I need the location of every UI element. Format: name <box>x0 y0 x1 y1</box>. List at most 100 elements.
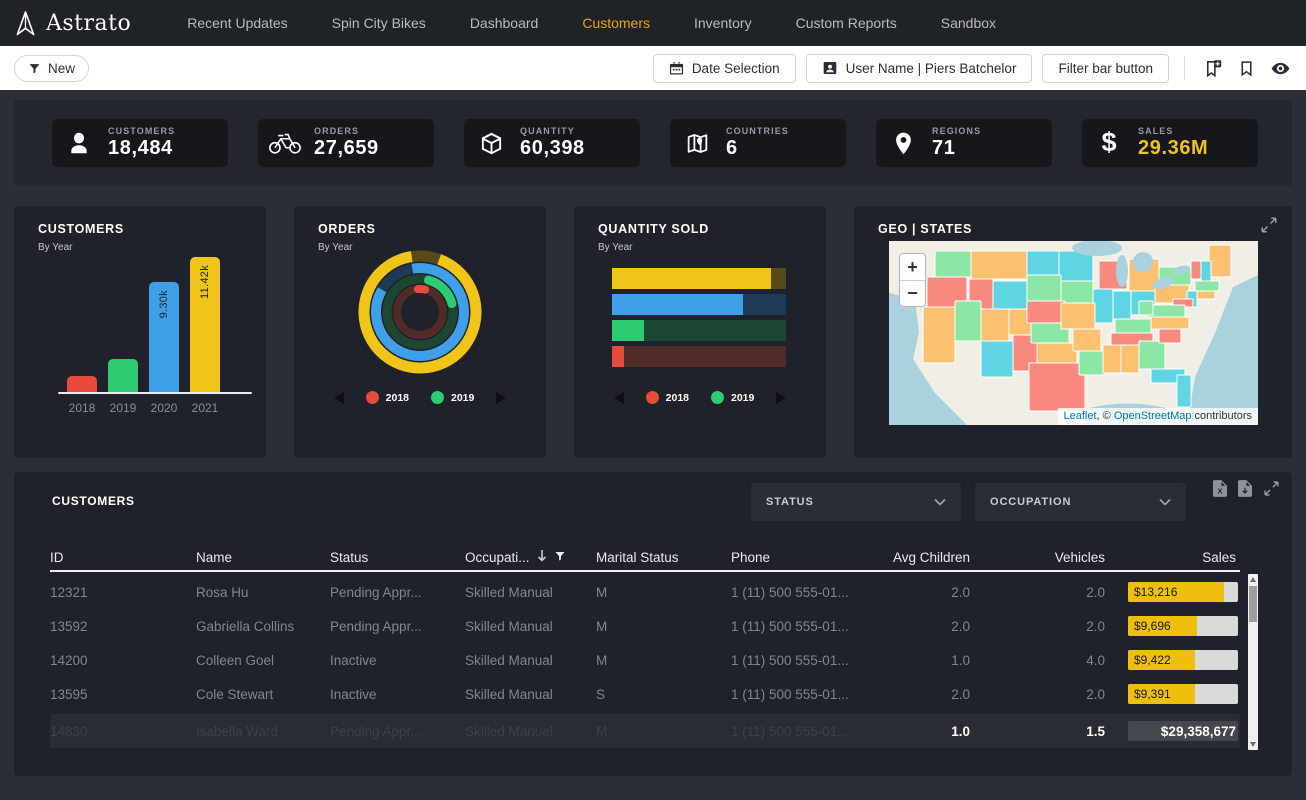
lake-huron <box>1133 252 1153 272</box>
quantity-bar-2018[interactable] <box>612 346 786 367</box>
legend-dot <box>646 391 659 404</box>
date-selection-button[interactable]: Date Selection <box>653 54 796 83</box>
table-row[interactable]: 14200Colleen GoelInactiveSkilled ManualM… <box>50 643 1240 677</box>
occupation-filter-dropdown[interactable]: OCCUPATION <box>975 483 1186 521</box>
table-scrollbar[interactable] <box>1248 574 1258 750</box>
next-page-arrow[interactable] <box>776 392 786 404</box>
bar-2019[interactable] <box>108 359 138 392</box>
totals-sales: $29,358,677 <box>1109 721 1240 741</box>
bar-2021[interactable]: 11.42k <box>190 257 220 392</box>
chevron-down-icon <box>934 498 946 506</box>
cell-id: 12321 <box>50 585 196 600</box>
sales-bar: $9,391 <box>1128 684 1238 704</box>
export-file-icon[interactable] <box>1238 480 1252 497</box>
legend-item-2018[interactable]: 2018 <box>366 391 409 404</box>
eye-icon[interactable] <box>1268 56 1292 80</box>
leaflet-link[interactable]: Leaflet <box>1064 410 1097 422</box>
expand-icon[interactable] <box>1263 480 1280 497</box>
new-chip-label: New <box>48 61 75 76</box>
state-shape-31 <box>1037 343 1077 363</box>
kpi-card-customers: CUSTOMERS18,484 <box>52 119 228 167</box>
leaflet-map[interactable]: + − Leaflet, © OpenStreetMap contributor… <box>889 241 1258 425</box>
bar-2018[interactable] <box>67 376 97 392</box>
nav-item-customers[interactable]: Customers <box>582 15 650 31</box>
scrollbar-thumb[interactable] <box>1249 586 1257 622</box>
legend-dot <box>366 391 379 404</box>
nav-item-custom-reports[interactable]: Custom Reports <box>796 15 897 31</box>
bookmark-icon[interactable] <box>1234 56 1258 80</box>
filter-bar-label: Filter bar button <box>1058 61 1153 76</box>
kpi-value: 6 <box>726 137 789 160</box>
sort-descending-icon[interactable] <box>537 549 547 565</box>
toolbar: New Date Selection User Name | Piers Bat… <box>0 46 1306 90</box>
scroll-down-arrow[interactable] <box>1250 742 1256 747</box>
attrib-text: , © <box>1097 410 1114 422</box>
cell-phone: 1 (11) 500 555-01... <box>731 619 860 634</box>
col-header-status[interactable]: Status <box>330 550 465 565</box>
state-shape-38 <box>1103 345 1121 373</box>
expand-icon[interactable] <box>1260 216 1278 239</box>
nav-item-dashboard[interactable]: Dashboard <box>470 15 539 31</box>
scroll-up-arrow[interactable] <box>1250 577 1256 582</box>
col-header-phone[interactable]: Phone <box>731 550 860 565</box>
filter-bar-button[interactable]: Filter bar button <box>1042 54 1169 83</box>
legend-label: 2019 <box>731 392 754 404</box>
prev-page-arrow[interactable] <box>334 392 344 404</box>
table-row[interactable]: 13592Gabriella CollinsPending Appr...Ski… <box>50 609 1240 643</box>
col-header-marital-status[interactable]: Marital Status <box>596 550 731 565</box>
zoom-out-button[interactable]: − <box>900 280 925 306</box>
col-header-avg-children[interactable]: Avg Children <box>860 550 974 565</box>
table-row[interactable]: 12321Rosa HuPending Appr...Skilled Manua… <box>50 575 1240 609</box>
status-filter-dropdown[interactable]: STATUS <box>751 483 961 521</box>
column-filter-icon[interactable] <box>554 550 566 565</box>
openstreetmap-link[interactable]: OpenStreetMap <box>1114 410 1192 422</box>
bar-2020[interactable]: 9.30k <box>149 282 179 392</box>
brand[interactable]: Astrato <box>14 10 131 37</box>
occupation-filter-label: OCCUPATION <box>990 496 1071 508</box>
us-states-choropleth[interactable] <box>889 241 1258 425</box>
cell-occupation: Skilled Manual <box>465 619 596 634</box>
legend-label: 2018 <box>666 392 689 404</box>
nav-item-inventory[interactable]: Inventory <box>694 15 752 31</box>
nav-item-recent-updates[interactable]: Recent Updates <box>187 15 287 31</box>
table-row[interactable]: 13595Cole StewartInactiveSkilled ManualS… <box>50 677 1240 711</box>
next-page-arrow[interactable] <box>496 392 506 404</box>
legend-item-2019[interactable]: 2019 <box>431 391 474 404</box>
zoom-in-button[interactable]: + <box>900 254 925 280</box>
legend-item-2019[interactable]: 2019 <box>711 391 754 404</box>
totals-ghost-name: Isabella Ward <box>196 724 330 739</box>
nav-item-spin-city-bikes[interactable]: Spin City Bikes <box>332 15 426 31</box>
col-header-name[interactable]: Name <box>196 550 330 565</box>
orders-radial-chart[interactable] <box>350 242 490 382</box>
export-excel-icon[interactable]: X <box>1213 480 1227 497</box>
legend-dot <box>711 391 724 404</box>
sales-bar: $13,216 <box>1128 582 1238 602</box>
cell-marital-status: M <box>596 585 731 600</box>
prev-page-arrow[interactable] <box>614 392 624 404</box>
bookmark-add-icon[interactable] <box>1200 56 1224 80</box>
col-header-vehicles[interactable]: Vehicles <box>974 550 1109 565</box>
legend-item-2018[interactable]: 2018 <box>646 391 689 404</box>
user-button[interactable]: User Name | Piers Batchelor <box>806 54 1033 83</box>
user-button-label: User Name | Piers Batchelor <box>846 61 1017 76</box>
col-header-occupati[interactable]: Occupati... <box>465 549 596 565</box>
cell-vehicles: 2.0 <box>974 585 1109 600</box>
kpi-value: 71 <box>932 137 981 160</box>
customers-table-panel: CUSTOMERS STATUS OCCUPATION X IDNameStat… <box>14 472 1292 776</box>
table-body: 12321Rosa HuPending Appr...Skilled Manua… <box>50 575 1240 711</box>
quantity-bar-2021[interactable] <box>612 268 786 289</box>
col-header-sales[interactable]: Sales <box>1109 550 1240 565</box>
sales-bar: $9,696 <box>1128 616 1238 636</box>
cell-occupation: Skilled Manual <box>465 653 596 668</box>
quantity-chart-card: QUANTITY SOLD By Year 20182019 <box>574 206 826 458</box>
quantity-bar-2020[interactable] <box>612 294 786 315</box>
cell-sales: $9,696 <box>1109 616 1240 636</box>
new-filter-chip[interactable]: New <box>14 55 89 82</box>
col-header-label: Avg Children <box>893 550 970 565</box>
cell-status: Inactive <box>330 653 465 668</box>
kpi-value: 29.36M <box>1138 137 1208 160</box>
charts-row: CUSTOMERS By Year 201820199.30k202011.42… <box>14 206 1292 458</box>
col-header-id[interactable]: ID <box>50 550 196 565</box>
nav-item-sandbox[interactable]: Sandbox <box>941 15 996 31</box>
quantity-bar-2019[interactable] <box>612 320 786 341</box>
